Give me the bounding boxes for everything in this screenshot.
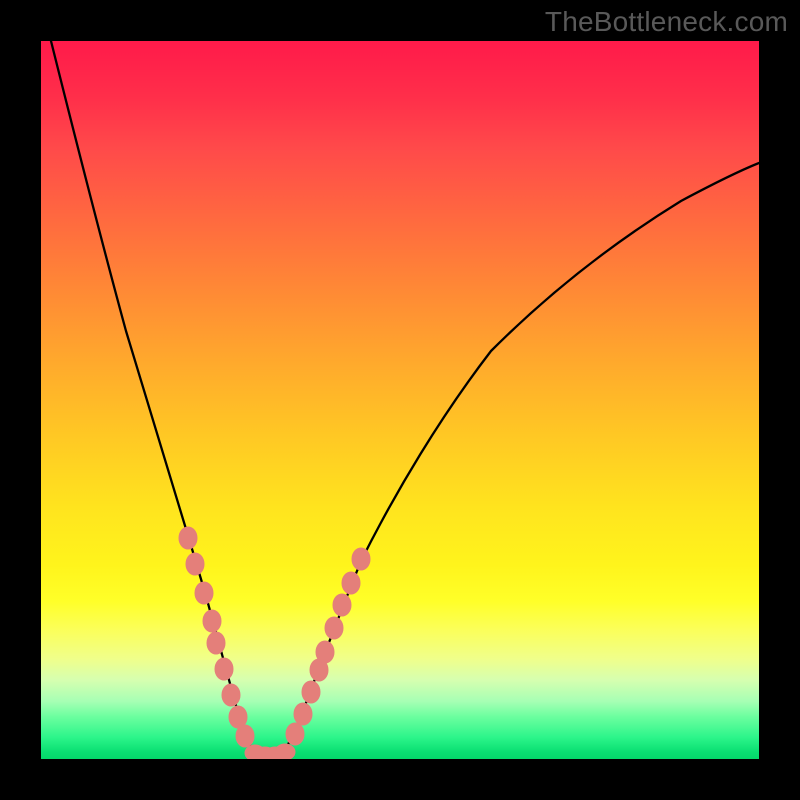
chart-frame: TheBottleneck.com [0, 0, 800, 800]
left-curve [51, 41, 261, 757]
watermark-text: TheBottleneck.com [545, 6, 788, 38]
marker-right [286, 723, 304, 745]
marker-left [222, 684, 240, 706]
marker-right [302, 681, 320, 703]
marker-right [294, 703, 312, 725]
marker-left [186, 553, 204, 575]
marker-right [333, 594, 351, 616]
marker-right [325, 617, 343, 639]
marker-right [352, 548, 370, 570]
marker-left [215, 658, 233, 680]
marker-bottom [275, 744, 295, 759]
marker-left [203, 610, 221, 632]
plot-area [41, 41, 759, 759]
marker-right [316, 641, 334, 663]
marker-left [236, 725, 254, 747]
marker-left [195, 582, 213, 604]
marker-left [179, 527, 197, 549]
marker-left [207, 632, 225, 654]
right-curve [278, 163, 759, 757]
chart-svg [41, 41, 759, 759]
marker-right [342, 572, 360, 594]
